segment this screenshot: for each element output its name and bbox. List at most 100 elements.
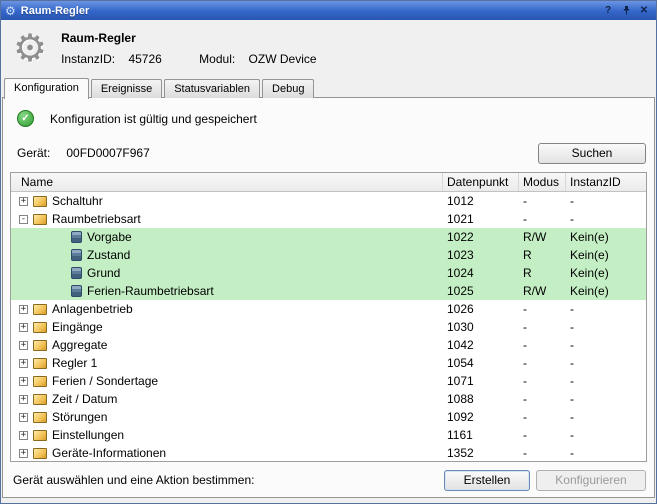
- table-row[interactable]: + Ferien / Sondertage 1071 - -: [11, 372, 646, 390]
- column-header-modus[interactable]: Modus: [519, 173, 566, 191]
- cell-datenpunkt: 1023: [443, 248, 519, 262]
- cell-modus: -: [519, 302, 566, 316]
- tree-expander[interactable]: +: [19, 305, 28, 314]
- row-name: Ferien / Sondertage: [52, 374, 158, 388]
- name-cell: + Geräte-Informationen: [11, 446, 443, 460]
- row-name: Aggregate: [52, 338, 107, 352]
- cell-datenpunkt: 1025: [443, 284, 519, 298]
- name-cell: + Zeit / Datum: [11, 392, 443, 406]
- cell-instanzid: Kein(e): [566, 230, 646, 244]
- name-cell: Vorgabe: [11, 230, 443, 244]
- window-title: Raum-Regler: [21, 5, 598, 17]
- pin-icon: [622, 5, 631, 16]
- cell-instanzid: -: [566, 410, 646, 424]
- table-row[interactable]: Vorgabe 1022 R/W Kein(e): [11, 228, 646, 246]
- instanzid-value: 45726: [128, 52, 161, 66]
- tab-konfiguration[interactable]: Konfiguration: [4, 78, 89, 99]
- table-row[interactable]: + Aggregate 1042 - -: [11, 336, 646, 354]
- cell-modus: -: [519, 392, 566, 406]
- cell-instanzid: -: [566, 320, 646, 334]
- pin-button[interactable]: [618, 3, 634, 18]
- tree-expander[interactable]: +: [19, 377, 28, 386]
- cell-datenpunkt: 1042: [443, 338, 519, 352]
- cell-modus: -: [519, 338, 566, 352]
- datapoint-icon: [71, 231, 82, 243]
- row-name: Geräte-Informationen: [52, 446, 166, 460]
- folder-box-icon: [33, 340, 47, 351]
- table-body: + Schaltuhr 1012 - - - Raumbetriebsart 1…: [11, 192, 646, 462]
- tree-expander[interactable]: +: [19, 341, 28, 350]
- tree-indent: [19, 255, 57, 256]
- cell-datenpunkt: 1054: [443, 356, 519, 370]
- table-row[interactable]: Ferien-Raumbetriebsart 1025 R/W Kein(e): [11, 282, 646, 300]
- cell-modus: R/W: [519, 284, 566, 298]
- configure-button: Konfigurieren: [536, 470, 646, 491]
- column-header-name[interactable]: Name: [11, 173, 443, 191]
- cell-instanzid: -: [566, 338, 646, 352]
- tree-expander[interactable]: +: [19, 413, 28, 422]
- table-row[interactable]: Zustand 1023 R Kein(e): [11, 246, 646, 264]
- cell-modus: -: [519, 356, 566, 370]
- row-name: Schaltuhr: [52, 194, 103, 208]
- table-row[interactable]: + Anlagenbetrieb 1026 - -: [11, 300, 646, 318]
- cell-datenpunkt: 1071: [443, 374, 519, 388]
- name-cell: + Regler 1: [11, 356, 443, 370]
- tree-expander[interactable]: +: [19, 323, 28, 332]
- table-row[interactable]: + Geräte-Informationen 1352 - -: [11, 444, 646, 462]
- row-name: Vorgabe: [87, 230, 132, 244]
- tree-expander[interactable]: +: [19, 359, 28, 368]
- tree-expander[interactable]: +: [19, 449, 28, 458]
- name-cell: + Störungen: [11, 410, 443, 424]
- tab-ereignisse[interactable]: Ereignisse: [91, 79, 162, 98]
- page-title: Raum-Regler: [61, 31, 350, 45]
- cell-datenpunkt: 1021: [443, 212, 519, 226]
- cell-instanzid: -: [566, 392, 646, 406]
- name-cell: Ferien-Raumbetriebsart: [11, 284, 443, 298]
- tab-debug[interactable]: Debug: [262, 79, 314, 98]
- row-name: Raumbetriebsart: [52, 212, 141, 226]
- device-id: 00FD0007F967: [66, 146, 149, 160]
- cell-datenpunkt: 1161: [443, 428, 519, 442]
- action-hint: Gerät auswählen und eine Aktion bestimme…: [10, 473, 444, 487]
- create-button[interactable]: Erstellen: [444, 470, 530, 491]
- cell-instanzid: -: [566, 194, 646, 208]
- table-row[interactable]: + Eingänge 1030 - -: [11, 318, 646, 336]
- name-cell: Grund: [11, 266, 443, 280]
- datapoint-table: Name Datenpunkt Modus InstanzID + Schalt…: [10, 172, 647, 462]
- folder-box-icon: [33, 376, 47, 387]
- row-name: Grund: [87, 266, 120, 280]
- help-button[interactable]: ?: [600, 3, 616, 18]
- row-name: Störungen: [52, 410, 107, 424]
- table-row[interactable]: + Störungen 1092 - -: [11, 408, 646, 426]
- tree-expander[interactable]: +: [19, 197, 28, 206]
- close-button[interactable]: ✕: [636, 3, 652, 18]
- table-row[interactable]: + Zeit / Datum 1088 - -: [11, 390, 646, 408]
- cell-datenpunkt: 1030: [443, 320, 519, 334]
- cell-modus: R: [519, 266, 566, 280]
- name-cell: Zustand: [11, 248, 443, 262]
- table-row[interactable]: - Raumbetriebsart 1021 - -: [11, 210, 646, 228]
- column-header-instanzid[interactable]: InstanzID: [566, 173, 646, 191]
- cell-instanzid: -: [566, 302, 646, 316]
- table-row[interactable]: + Regler 1 1054 - -: [11, 354, 646, 372]
- table-row[interactable]: + Schaltuhr 1012 - -: [11, 192, 646, 210]
- cell-modus: -: [519, 446, 566, 460]
- row-name: Ferien-Raumbetriebsart: [87, 284, 214, 298]
- action-footer: Gerät auswählen und eine Aktion bestimme…: [10, 469, 646, 491]
- tab-statusvariablen[interactable]: Statusvariablen: [164, 79, 260, 98]
- search-button[interactable]: Suchen: [538, 143, 646, 164]
- name-cell: + Ferien / Sondertage: [11, 374, 443, 388]
- cell-datenpunkt: 1088: [443, 392, 519, 406]
- name-cell: + Anlagenbetrieb: [11, 302, 443, 316]
- tree-expander[interactable]: +: [19, 395, 28, 404]
- device-label: Gerät:: [17, 146, 50, 160]
- table-row[interactable]: + Einstellungen 1161 - -: [11, 426, 646, 444]
- cell-modus: -: [519, 374, 566, 388]
- tree-expander[interactable]: +: [19, 431, 28, 440]
- row-name: Zeit / Datum: [52, 392, 117, 406]
- table-header: Name Datenpunkt Modus InstanzID: [11, 173, 646, 192]
- table-row[interactable]: Grund 1024 R Kein(e): [11, 264, 646, 282]
- title-bar[interactable]: ⚙ Raum-Regler ? ✕: [1, 1, 656, 20]
- tree-expander[interactable]: -: [19, 215, 28, 224]
- column-header-datenpunkt[interactable]: Datenpunkt: [443, 173, 519, 191]
